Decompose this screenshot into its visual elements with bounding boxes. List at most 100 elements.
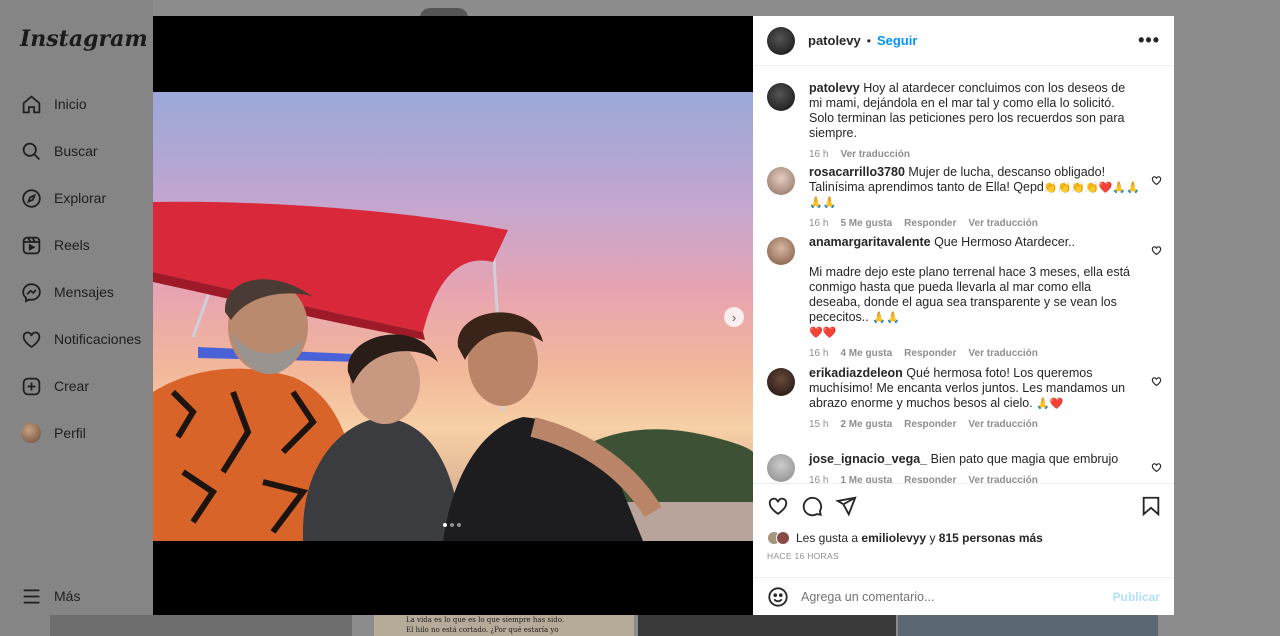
comment-username[interactable]: jose_ignacio_vega_ xyxy=(809,452,927,466)
sidebar-item-reels[interactable]: Reels xyxy=(20,233,90,257)
feed-image-peek xyxy=(50,615,352,636)
avatar xyxy=(776,531,790,545)
translate-link[interactable]: Ver traducción xyxy=(968,473,1037,483)
caption-username[interactable]: patolevy xyxy=(809,81,860,95)
sidebar-item-create[interactable]: Crear xyxy=(20,374,89,398)
more-options-icon[interactable]: ••• xyxy=(1138,30,1160,51)
comment-username[interactable]: anamargaritavalente xyxy=(809,235,931,249)
instagram-logo[interactable]: Instagram xyxy=(20,26,148,52)
follow-button[interactable]: Seguir xyxy=(877,33,917,48)
translate-link[interactable]: Ver traducción xyxy=(968,346,1037,361)
caption: patolevy Hoy al atardecer concluimos con… xyxy=(767,81,1162,162)
comment-time[interactable]: 16 h xyxy=(809,147,828,162)
publish-button[interactable]: Publicar xyxy=(1113,590,1160,604)
sidebar: Instagram Inicio Buscar Explorar Reels M… xyxy=(0,0,153,636)
comment-likes[interactable]: 1 Me gusta xyxy=(840,473,892,483)
add-comment-bar: Publicar xyxy=(753,577,1174,615)
comments-list[interactable]: patolevy Hoy al atardecer concluimos con… xyxy=(753,67,1174,483)
comment-time[interactable]: 15 h xyxy=(809,417,828,432)
like-comment-heart-icon[interactable] xyxy=(1151,175,1162,186)
sidebar-item-profile[interactable]: Perfil xyxy=(20,421,86,445)
sidebar-item-label: Reels xyxy=(54,237,90,253)
feed-image-peek xyxy=(638,615,896,636)
sidebar-item-label: Notificaciones xyxy=(54,331,142,347)
translate-link[interactable]: Ver traducción xyxy=(968,417,1037,432)
comment-time[interactable]: 16 h xyxy=(809,473,828,483)
comment-text: Mi madre dejo este plano terrenal hace 3… xyxy=(809,265,1131,324)
carousel-dot xyxy=(450,523,454,527)
sidebar-item-label: Más xyxy=(54,588,81,604)
comment-time[interactable]: 16 h xyxy=(809,346,828,361)
comment: rosacarrillo3780 Mujer de lucha, descans… xyxy=(767,165,1162,231)
like-heart-icon[interactable] xyxy=(767,495,789,517)
post-media: › xyxy=(153,16,753,615)
sidebar-item-explore[interactable]: Explorar xyxy=(20,186,106,210)
chevron-right-icon: › xyxy=(731,309,737,325)
comment-input[interactable] xyxy=(801,589,1113,604)
comment-likes[interactable]: 4 Me gusta xyxy=(840,346,892,361)
avatar[interactable] xyxy=(767,368,795,396)
likes-summary: Les gusta a emiliolevyy y 815 personas m… xyxy=(767,531,1043,545)
comment-text: Que Hermoso Atardecer.. xyxy=(934,235,1076,249)
avatar[interactable] xyxy=(767,237,795,265)
compass-icon xyxy=(20,187,42,209)
sidebar-item-more[interactable]: Más xyxy=(20,584,80,608)
carousel-next-button[interactable]: › xyxy=(724,307,744,327)
messenger-icon xyxy=(20,281,42,303)
comment-emoji: ❤️❤️ xyxy=(809,326,837,339)
emoji-picker-icon[interactable] xyxy=(767,586,789,608)
sidebar-item-messages[interactable]: Mensajes xyxy=(20,280,114,304)
comment-emoji: 🙏🙏 xyxy=(872,311,900,324)
sidebar-item-label: Mensajes xyxy=(54,284,114,300)
save-bookmark-icon[interactable] xyxy=(1140,495,1162,517)
comment-bubble-icon[interactable] xyxy=(801,495,823,517)
reply-button[interactable]: Responder xyxy=(904,417,956,432)
share-paper-plane-icon[interactable] xyxy=(835,495,857,517)
comment-likes[interactable]: 5 Me gusta xyxy=(840,216,892,231)
like-comment-heart-icon[interactable] xyxy=(1151,245,1162,256)
author-avatar[interactable] xyxy=(767,26,795,55)
avatar[interactable] xyxy=(767,167,795,195)
comment-likes[interactable]: 2 Me gusta xyxy=(840,417,892,432)
avatar[interactable] xyxy=(767,83,795,111)
carousel-dots xyxy=(443,523,461,527)
reply-button[interactable]: Responder xyxy=(904,473,956,483)
sidebar-item-label: Explorar xyxy=(54,190,107,206)
comment-username[interactable]: rosacarrillo3780 xyxy=(809,165,905,179)
sidebar-item-label: Buscar xyxy=(54,143,98,159)
comment-text: Bien pato que magia que embrujo xyxy=(930,452,1119,466)
comment-time[interactable]: 16 h xyxy=(809,216,828,231)
liker-username[interactable]: emiliolevyy xyxy=(861,531,926,545)
like-comment-heart-icon[interactable] xyxy=(1151,462,1162,473)
carousel-dot xyxy=(457,523,461,527)
reels-icon xyxy=(20,234,42,256)
comment: erikadiazdeleon Qué hermosa foto! Los qu… xyxy=(767,366,1162,432)
post-actions xyxy=(753,483,1174,525)
avatar xyxy=(21,423,41,443)
feed-image-peek xyxy=(898,615,1158,636)
reply-button[interactable]: Responder xyxy=(904,346,956,361)
post-photo[interactable] xyxy=(153,92,753,541)
reply-button[interactable]: Responder xyxy=(904,216,956,231)
sidebar-item-home[interactable]: Inicio xyxy=(20,92,87,116)
heart-icon xyxy=(20,328,42,350)
sidebar-item-label: Perfil xyxy=(54,425,86,441)
feed-image-peek: La vida es lo que es lo que siempre has … xyxy=(374,615,634,636)
comment-username[interactable]: erikadiazdeleon xyxy=(809,366,903,380)
feed-image-text: El hilo no está cortado. ¿Por qué estarí… xyxy=(406,626,559,634)
translate-link[interactable]: Ver traducción xyxy=(968,216,1037,231)
home-icon xyxy=(20,93,42,115)
likes-others[interactable]: 815 personas más xyxy=(939,531,1043,545)
avatar[interactable] xyxy=(767,454,795,482)
comment-emoji: 🙏❤️ xyxy=(1036,397,1064,410)
carousel-dot xyxy=(443,523,447,527)
sidebar-item-notifications[interactable]: Notificaciones xyxy=(20,327,141,351)
post-time-ago[interactable]: HACE 16 HORAS xyxy=(767,551,839,561)
author-username[interactable]: patolevy xyxy=(808,33,861,48)
separator: • xyxy=(866,33,871,48)
like-comment-heart-icon[interactable] xyxy=(1151,376,1162,387)
sidebar-item-search[interactable]: Buscar xyxy=(20,139,98,163)
menu-icon xyxy=(20,585,42,607)
translate-link[interactable]: Ver traducción xyxy=(840,147,909,162)
comment: anamargaritavalente Que Hermoso Atardece… xyxy=(767,235,1162,361)
